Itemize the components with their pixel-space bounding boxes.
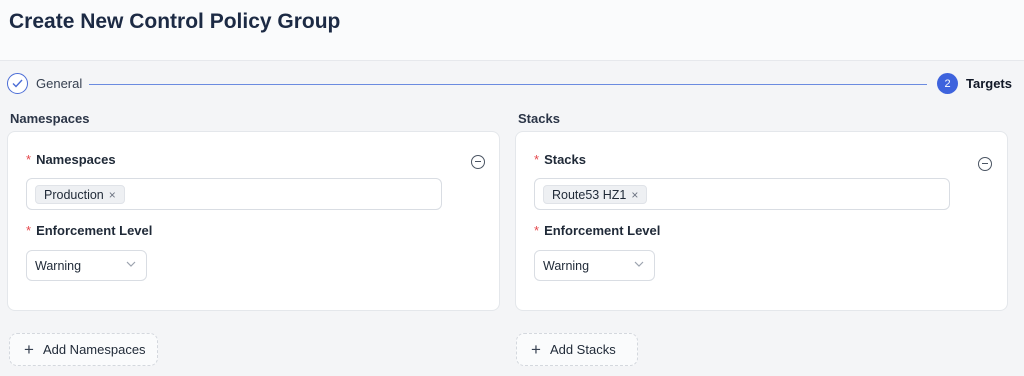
remove-stacks-button[interactable]: [978, 157, 992, 171]
tag-label: Production: [44, 187, 104, 202]
tag-production: Production ×: [35, 185, 125, 204]
namespaces-card: * Namespaces Production × * Enforcement Le…: [7, 131, 500, 311]
step-general[interactable]: General: [7, 73, 82, 94]
step-number-badge: 2: [937, 73, 958, 94]
stacks-card: * Stacks Route53 HZ1 × * Enforcement Level…: [515, 131, 1008, 311]
required-mark: *: [26, 152, 32, 167]
required-mark: *: [534, 152, 540, 167]
enforcement-label-text: Enforcement Level: [544, 223, 661, 238]
chevron-down-icon: [634, 261, 644, 267]
step-targets[interactable]: 2 Targets: [937, 73, 1012, 94]
page-title: Create New Control Policy Group: [9, 10, 341, 33]
namespaces-tag-input[interactable]: Production ×: [26, 178, 442, 210]
enforcement-level-label: * Enforcement Level: [534, 223, 660, 238]
namespaces-field-label: * Namespaces: [26, 152, 116, 167]
stacks-label-text: Stacks: [544, 152, 586, 167]
page-header: Create New Control Policy Group: [0, 0, 1024, 61]
enforcement-level-select[interactable]: Warning: [534, 250, 655, 281]
remove-namespaces-button[interactable]: [471, 155, 485, 169]
plus-icon: +: [531, 340, 541, 359]
enforcement-level-select[interactable]: Warning: [26, 250, 147, 281]
close-icon[interactable]: ×: [631, 188, 638, 202]
enforcement-label-text: Enforcement Level: [36, 223, 153, 238]
add-namespaces-label: Add Namespaces: [42, 342, 146, 357]
plus-icon: +: [24, 340, 34, 359]
check-icon: [7, 73, 28, 94]
stacks-section-title: Stacks: [518, 111, 560, 126]
required-mark: *: [26, 223, 32, 238]
close-icon[interactable]: ×: [109, 188, 116, 202]
chevron-down-icon: [126, 261, 136, 267]
required-mark: *: [534, 223, 540, 238]
tag-route53-hz1: Route53 HZ1 ×: [543, 185, 648, 204]
add-namespaces-button[interactable]: + Add Namespaces: [9, 333, 158, 366]
stacks-tag-input[interactable]: Route53 HZ1 ×: [534, 178, 950, 210]
stacks-field-label: * Stacks: [534, 152, 586, 167]
select-value: Warning: [543, 258, 590, 273]
steps-connector: [89, 84, 927, 85]
add-stacks-label: Add Stacks: [549, 342, 616, 357]
enforcement-level-label: * Enforcement Level: [26, 223, 152, 238]
namespaces-section-title: Namespaces: [10, 111, 90, 126]
select-value: Warning: [35, 258, 82, 273]
step-general-label: General: [36, 76, 83, 91]
add-stacks-button[interactable]: + Add Stacks: [516, 333, 638, 366]
step-targets-label: Targets: [966, 76, 1012, 91]
namespaces-label-text: Namespaces: [36, 152, 116, 167]
tag-label: Route53 HZ1: [552, 187, 627, 202]
